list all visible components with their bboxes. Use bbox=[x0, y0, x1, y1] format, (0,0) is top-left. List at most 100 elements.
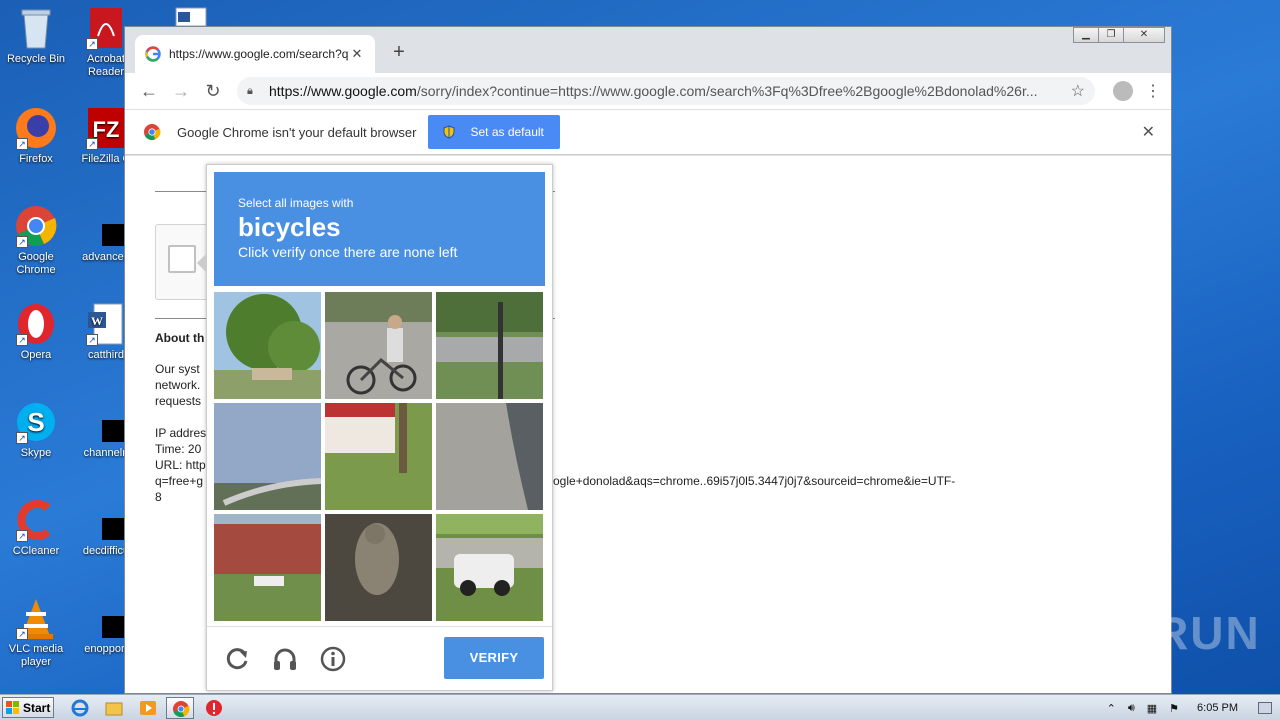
clock[interactable]: 6:05 PM bbox=[1197, 702, 1238, 714]
captcha-tile-2[interactable] bbox=[325, 292, 432, 399]
svg-text:W: W bbox=[91, 314, 103, 328]
network-icon[interactable]: ▦ bbox=[1147, 702, 1157, 715]
query-line: q=free+g bbox=[155, 474, 204, 488]
url-host: https://www.google.com bbox=[269, 83, 417, 99]
shortcut-arrow-icon: ↗ bbox=[86, 138, 98, 150]
challenge-instruction: Select all images with bbox=[238, 196, 354, 210]
window-close-button[interactable]: ✕ bbox=[1123, 27, 1165, 43]
windows-logo-icon bbox=[6, 700, 19, 714]
desktop-icon-label: Firefox bbox=[19, 153, 53, 165]
verify-button[interactable]: VERIFY bbox=[444, 637, 544, 679]
filezilla-icon: FZ ↗ bbox=[84, 106, 128, 150]
recaptcha-challenge: Select all images with bicycles Click ve… bbox=[197, 164, 553, 691]
desktop-icon-firefox[interactable]: ↗ Firefox bbox=[0, 106, 72, 166]
desktop-icon-opera[interactable]: ↗ Opera bbox=[0, 302, 72, 362]
folder-icon bbox=[105, 702, 123, 716]
shortcut-arrow-icon: ↗ bbox=[16, 432, 28, 444]
file-icon bbox=[84, 400, 138, 444]
captcha-tile-7[interactable] bbox=[214, 514, 321, 621]
system-tray: ⌃ 🔊︎ ▦ ⚑ 6:05 PM bbox=[1101, 695, 1280, 720]
challenge-header: Select all images with bicycles Click ve… bbox=[214, 172, 545, 286]
recaptcha-checkbox[interactable] bbox=[168, 245, 196, 273]
browser-tab[interactable]: https://www.google.com/search?q= ✕ bbox=[135, 35, 375, 73]
captcha-tile-5[interactable] bbox=[325, 403, 432, 510]
back-button[interactable]: ← bbox=[133, 81, 165, 102]
show-hidden-icons-icon[interactable]: ⌃ bbox=[1107, 702, 1116, 715]
shortcut-arrow-icon: ↗ bbox=[86, 334, 98, 346]
start-button[interactable]: Start bbox=[2, 697, 54, 718]
captcha-tile-1[interactable] bbox=[214, 292, 321, 399]
desktop-icon-label: CCleaner bbox=[12, 545, 60, 557]
anyrun-watermark: ANY RUN bbox=[1038, 607, 1261, 659]
shortcut-arrow-icon: ↗ bbox=[86, 38, 98, 50]
show-desktop-button[interactable] bbox=[1258, 702, 1272, 714]
captcha-tile-9[interactable] bbox=[436, 514, 543, 621]
page-text-line: network. bbox=[155, 378, 201, 392]
chrome-menu-icon[interactable]: ⋮ bbox=[1143, 81, 1163, 101]
captcha-tile-4[interactable] bbox=[214, 403, 321, 510]
bookmark-star-icon[interactable]: ☆ bbox=[1071, 81, 1085, 101]
chrome-icon: ↗ bbox=[14, 204, 58, 248]
tab-title: https://www.google.com/search?q= bbox=[169, 47, 349, 61]
recycle-bin-icon bbox=[14, 6, 58, 50]
url-text[interactable]: https://www.google.com/sorry/index?conti… bbox=[269, 83, 1071, 99]
query-line-tail: ogle+donolad&aqs=chrome..69i57j0l5.3447j… bbox=[553, 474, 956, 488]
taskbar-ie-button[interactable] bbox=[66, 697, 94, 719]
image-grid bbox=[214, 292, 545, 621]
infobar-message: Google Chrome isn't your default browser bbox=[177, 124, 417, 140]
maximize-button[interactable]: ❐ bbox=[1098, 27, 1124, 43]
shortcut-arrow-icon: ↗ bbox=[16, 334, 28, 346]
window-controls: ▁ ❐ ✕ bbox=[1073, 27, 1165, 43]
skype-icon: S ↗ bbox=[14, 400, 58, 444]
desktop-icon-chrome[interactable]: ↗ Google Chrome bbox=[0, 204, 72, 277]
url-line: URL: http bbox=[155, 458, 206, 472]
reload-button[interactable]: ↻ bbox=[197, 81, 229, 102]
minimize-button[interactable]: ▁ bbox=[1073, 27, 1099, 43]
svg-text:S: S bbox=[27, 407, 44, 437]
forward-button[interactable]: → bbox=[165, 81, 197, 102]
taskbar-explorer-button[interactable] bbox=[100, 697, 128, 719]
desktop-icon-skype[interactable]: S ↗ Skype bbox=[0, 400, 72, 460]
file-icon bbox=[84, 596, 138, 640]
browser-toolbar: ← → ↻ 🔒︎ https://www.google.com/sorry/in… bbox=[125, 73, 1171, 109]
desktop-icon-ccleaner[interactable]: ↗ CCleaner bbox=[0, 498, 72, 558]
file-icon bbox=[84, 498, 138, 542]
desktop-icon-vlc[interactable]: ↗ VLC media player bbox=[0, 596, 72, 669]
desktop-icon-recycle-bin[interactable]: Recycle Bin bbox=[0, 6, 72, 66]
url-path: /sorry/index?continue=https://www.google… bbox=[416, 83, 1038, 99]
challenge-footer: VERIFY bbox=[207, 626, 552, 690]
chrome-icon bbox=[173, 701, 190, 717]
action-center-flag-icon[interactable]: ⚑ bbox=[1169, 702, 1179, 715]
profile-avatar[interactable] bbox=[1113, 81, 1133, 101]
address-bar[interactable]: 🔒︎ https://www.google.com/sorry/index?co… bbox=[237, 77, 1095, 105]
captcha-tile-8[interactable] bbox=[325, 514, 432, 621]
firefox-icon: ↗ bbox=[14, 106, 58, 150]
word-doc-icon: W ↗ bbox=[84, 302, 128, 346]
uac-shield-icon bbox=[443, 125, 455, 139]
new-tab-button[interactable]: + bbox=[387, 41, 411, 64]
challenge-target: bicycles bbox=[238, 212, 341, 242]
media-player-icon bbox=[140, 701, 156, 715]
opera-icon bbox=[206, 700, 222, 716]
reload-challenge-icon[interactable] bbox=[223, 645, 251, 673]
info-icon[interactable] bbox=[319, 645, 347, 673]
desktop-icon-label: VLC media player bbox=[8, 643, 64, 668]
file-icon bbox=[84, 204, 138, 248]
taskbar-media-player-button[interactable] bbox=[134, 697, 162, 719]
set-as-default-label: Set as default bbox=[470, 125, 544, 139]
set-as-default-button[interactable]: Set as default bbox=[428, 115, 560, 149]
captcha-tile-6[interactable] bbox=[436, 403, 543, 510]
audio-challenge-icon[interactable] bbox=[271, 645, 299, 673]
close-tab-icon[interactable]: ✕ bbox=[349, 46, 365, 62]
captcha-tile-3[interactable] bbox=[436, 292, 543, 399]
volume-icon[interactable]: 🔊︎ bbox=[1128, 702, 1135, 715]
start-label: Start bbox=[23, 700, 51, 715]
page-text-line: requests bbox=[155, 394, 202, 408]
page-text-line: Our syst bbox=[155, 362, 200, 376]
desktop-icon-label: Recycle Bin bbox=[6, 53, 66, 65]
taskbar-opera-button[interactable] bbox=[200, 697, 228, 719]
taskbar-chrome-button[interactable] bbox=[166, 697, 194, 719]
ip-address-line: IP addres bbox=[155, 426, 207, 440]
close-infobar-icon[interactable]: ✕ bbox=[1142, 122, 1155, 142]
shortcut-arrow-icon: ↗ bbox=[16, 236, 28, 248]
